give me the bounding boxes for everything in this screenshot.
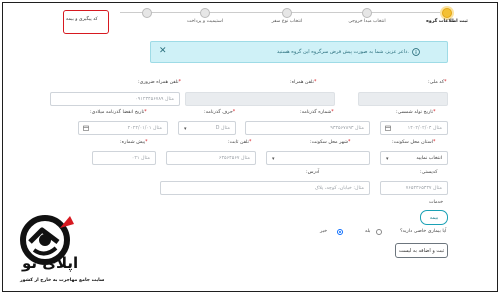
step-label: انتخاب مبدا خروجی xyxy=(348,19,386,24)
close-icon[interactable]: ✕ xyxy=(159,47,167,56)
passport-number-label: *شماره گذرنامه: xyxy=(300,110,334,115)
national-code-field[interactable] xyxy=(358,92,448,106)
step-dot xyxy=(142,8,152,18)
emergency-phone-label: *تلفن همراه ضروری: xyxy=(138,80,181,85)
step-label: انتخاب نوع سفر xyxy=(271,19,303,24)
stepper-line xyxy=(120,12,442,13)
passport-number-input[interactable]: مثال ۹۳۴۵۶۷۸۹۳ xyxy=(245,121,370,135)
postal-code-label: کدپستی: xyxy=(420,170,438,175)
birth-date-label: *تاریخ تولد شمسی: xyxy=(396,110,436,115)
info-alert: ✕ داعر عزیز، شما به صورت پیش فرض سرگروه … xyxy=(150,41,448,63)
alert-message: داعر عزیز، شما به صورت پیش فرض سرگروه ای… xyxy=(276,49,409,55)
city-label: *شهر محل سکونت: xyxy=(310,140,351,145)
area-code-label: *پیش شماره: xyxy=(120,140,148,145)
calendar-icon[interactable] xyxy=(83,125,89,131)
no-radio[interactable] xyxy=(337,229,343,235)
step-label: استیمیت و پرداخت xyxy=(186,19,224,24)
address-label: آدرس: xyxy=(306,170,320,175)
chevron-down-icon: ▾ xyxy=(272,156,275,162)
step-dot xyxy=(282,8,292,18)
disease-question: آیا بیماری خاصی دارید؟ xyxy=(400,229,447,234)
yes-radio[interactable] xyxy=(376,229,382,235)
step-dot xyxy=(442,8,452,18)
info-icon xyxy=(412,48,420,56)
services-label: خدمات xyxy=(429,200,444,205)
step-dot xyxy=(200,8,210,18)
passport-expiry-input[interactable]: مثال ۲۰۲۴/۰۱/۰۱ xyxy=(78,121,168,135)
highlight-frame xyxy=(63,10,109,34)
phone-label: *تلفن همراه: xyxy=(290,80,317,85)
progress-stepper: استیمیت و پرداخت انتخاب نوع سفر انتخاب م… xyxy=(112,8,468,28)
province-select[interactable]: انتخاب نمایید ▾ xyxy=(380,151,448,165)
insurance-button[interactable]: بیمه xyxy=(420,210,448,225)
province-label: *استان محل سکونت: xyxy=(392,140,436,145)
step-dot xyxy=(362,8,372,18)
address-input[interactable]: مثال: خیابان، کوچه، پلاک xyxy=(160,181,370,195)
submit-add-to-list-button[interactable]: ثبت و اضافه به لیست xyxy=(395,243,448,258)
yes-label: بله xyxy=(365,229,371,234)
national-code-label: *کد ملی: xyxy=(428,80,447,85)
area-code-input[interactable]: مثال ۰۲۱ xyxy=(92,151,156,165)
landline-input[interactable]: مثال ۶۴۵۶۴۵۶۷ xyxy=(166,151,256,165)
brand-name: اپلای تو xyxy=(22,254,79,272)
step-label-final: کد پیگیری و بیمه xyxy=(66,17,98,22)
passport-letter-label: *حرف گذرنامه: xyxy=(204,110,236,115)
brand-tagline: سایت جامع مهاجرت به خارج از کشور xyxy=(20,278,105,283)
passport-letter-select[interactable]: مثال D ▾ xyxy=(178,121,236,135)
city-select[interactable]: ▾ xyxy=(266,151,370,165)
passport-expiry-label: *تاریخ انقضا گذرنامه میلادی: xyxy=(90,110,147,115)
phone-field[interactable] xyxy=(185,92,335,106)
landline-label: *تلفن ثابت: xyxy=(228,140,252,145)
step-label: ثبت اطلاعات گروه xyxy=(426,19,468,24)
chevron-down-icon: ▾ xyxy=(184,126,187,132)
no-label: خیر xyxy=(320,229,328,234)
birth-date-input[interactable]: مثال ۱۴۰۲/۰۲/۰۴ xyxy=(380,121,448,135)
globe-badge-logo-icon xyxy=(20,215,74,265)
postal-code-input[interactable]: مثال ۷۶۵۴۳۶۵۴۳۷ xyxy=(380,181,448,195)
chevron-down-icon: ▾ xyxy=(386,156,389,162)
emergency-phone-input[interactable]: مثال ۰۹۱۲۳۴۵۶۷۸۹ xyxy=(50,92,180,106)
calendar-icon[interactable] xyxy=(385,125,391,131)
